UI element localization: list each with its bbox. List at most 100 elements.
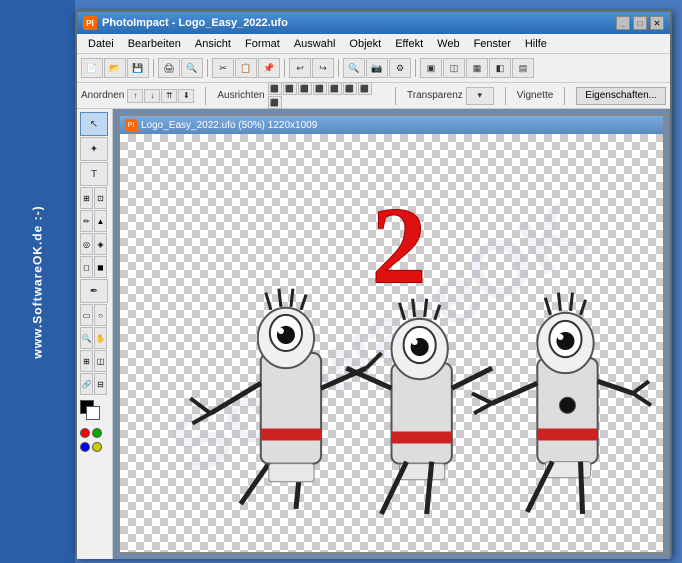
svg-text:2: 2 bbox=[371, 184, 426, 307]
zoom-button[interactable]: 🔍 bbox=[343, 58, 365, 78]
main-window: PI PhotoImpact - Logo_Easy_2022.ufo _ □ … bbox=[75, 10, 672, 558]
open-button[interactable]: 📂 bbox=[104, 58, 126, 78]
copy-button[interactable]: 📋 bbox=[235, 58, 257, 78]
btn-c[interactable]: ▦ bbox=[466, 58, 488, 78]
menu-ansicht[interactable]: Ansicht bbox=[188, 36, 238, 52]
tool-row-6: 🔍 ✋ bbox=[80, 327, 109, 349]
color-area bbox=[80, 400, 109, 452]
align-left-btn[interactable]: ⬛ bbox=[268, 82, 282, 95]
align-right-btn[interactable]: ⬛ bbox=[298, 82, 312, 95]
window-controls: _ □ ✕ bbox=[616, 16, 664, 30]
minimize-button[interactable]: _ bbox=[616, 16, 630, 30]
blue-color[interactable] bbox=[80, 442, 90, 452]
tool-row-5: ▭ ○ bbox=[80, 304, 109, 326]
align-label: Ausrichten bbox=[217, 90, 264, 101]
close-button[interactable]: ✕ bbox=[650, 16, 664, 30]
menu-fenster[interactable]: Fenster bbox=[467, 36, 518, 52]
sep-prop-3 bbox=[505, 87, 506, 105]
clone-tool[interactable]: ◼ bbox=[94, 256, 107, 278]
text-tool[interactable]: T bbox=[80, 162, 108, 186]
ellipse-tool[interactable]: ○ bbox=[94, 304, 107, 326]
watermark-text: www.SoftwareOK.de :-) bbox=[31, 205, 45, 358]
menu-web[interactable]: Web bbox=[430, 36, 466, 52]
rect-tool[interactable]: ▭ bbox=[80, 304, 93, 326]
sep-prop-4 bbox=[564, 87, 565, 105]
vignette-group: Vignette bbox=[517, 90, 554, 101]
content-area: ↖ ✦ T ⊞ ⊡ ✏ ▲ ◎ ◈ ◻ ◼ bbox=[77, 109, 670, 559]
hand-tool[interactable]: ✋ bbox=[94, 327, 107, 349]
settings-button[interactable]: ⚙ bbox=[389, 58, 411, 78]
menu-objekt[interactable]: Objekt bbox=[342, 36, 388, 52]
canvas-content[interactable]: SoftwareOK 2 bbox=[120, 134, 663, 552]
brush-tool[interactable]: ✏ bbox=[80, 210, 93, 232]
new-button[interactable]: 📄 bbox=[81, 58, 103, 78]
cut-button[interactable]: ✂ bbox=[212, 58, 234, 78]
blur-tool[interactable]: ◎ bbox=[80, 233, 93, 255]
effect-tool[interactable]: ◫ bbox=[94, 350, 107, 372]
grid-tool[interactable]: ⊞ bbox=[80, 350, 93, 372]
align-middle-btn[interactable]: ⬛ bbox=[328, 82, 342, 95]
align-center-btn[interactable]: ⬛ bbox=[283, 82, 297, 95]
undo-button[interactable]: ↩ bbox=[289, 58, 311, 78]
properties-button[interactable]: Eigenschaften... bbox=[576, 87, 666, 105]
properties-bar: Anordnen ↑ ↓ ⇈ ⬇ Ausrichten ⬛ ⬛ ⬛ ⬛ ⬛ ⬛ bbox=[77, 83, 670, 109]
separator-2 bbox=[207, 59, 208, 77]
red-color[interactable] bbox=[80, 428, 90, 438]
print-button[interactable]: 🖨 bbox=[158, 58, 180, 78]
print-preview-button[interactable]: 🔍 bbox=[181, 58, 203, 78]
align-bottom-btn[interactable]: ⬛ bbox=[343, 82, 357, 95]
vignette-label: Vignette bbox=[517, 90, 554, 101]
separator-1 bbox=[153, 59, 154, 77]
zoom-tool[interactable]: 🔍 bbox=[80, 327, 93, 349]
menu-effekt[interactable]: Effekt bbox=[388, 36, 430, 52]
magic-tool[interactable]: ✦ bbox=[80, 137, 108, 161]
crop-tool[interactable]: ⊞ bbox=[80, 187, 93, 209]
transform-tool[interactable]: ⊡ bbox=[94, 187, 107, 209]
menu-bearbeiten[interactable]: Bearbeiten bbox=[121, 36, 188, 52]
left-sidebar: www.SoftwareOK.de :-) bbox=[0, 0, 75, 563]
align-hspace-btn[interactable]: ⬛ bbox=[358, 82, 372, 95]
menu-auswahl[interactable]: Auswahl bbox=[287, 36, 343, 52]
link-tool[interactable]: 🔗 bbox=[80, 373, 93, 395]
sep-prop-2 bbox=[395, 87, 396, 105]
menu-hilfe[interactable]: Hilfe bbox=[518, 36, 554, 52]
file-buttons: 📄 📂 💾 bbox=[81, 58, 149, 78]
green-color[interactable] bbox=[92, 428, 102, 438]
background-color[interactable] bbox=[86, 406, 100, 420]
menu-format[interactable]: Format bbox=[238, 36, 287, 52]
slice-tool[interactable]: ⊟ bbox=[94, 373, 107, 395]
align-top-btn[interactable]: ⬛ bbox=[313, 82, 327, 95]
extra-buttons: ▣ ◫ ▦ ◧ ▤ bbox=[420, 58, 534, 78]
paste-button[interactable]: 📌 bbox=[258, 58, 280, 78]
align-vspace-btn[interactable]: ⬛ bbox=[268, 96, 282, 109]
tool-row-3: ◎ ◈ bbox=[80, 233, 109, 255]
arrange-top-btn[interactable]: ⇈ bbox=[161, 89, 177, 103]
yellow-color[interactable] bbox=[92, 442, 102, 452]
maximize-button[interactable]: □ bbox=[633, 16, 647, 30]
transparency-dropdown[interactable]: ▾ bbox=[466, 87, 494, 105]
redo-button[interactable]: ↪ bbox=[312, 58, 334, 78]
select-tool[interactable]: ↖ bbox=[80, 112, 108, 136]
canvas-title: Logo_Easy_2022.ufo (50%) 1220x1009 bbox=[141, 120, 317, 131]
btn-a[interactable]: ▣ bbox=[420, 58, 442, 78]
arrange-bottom-btn[interactable]: ⬇ bbox=[178, 89, 194, 103]
transparency-label: Transparenz bbox=[407, 90, 463, 101]
arrange-up-btn[interactable]: ↑ bbox=[127, 89, 143, 103]
menu-bar: Datei Bearbeiten Ansicht Format Auswahl … bbox=[77, 34, 670, 54]
pen-tool[interactable]: ✒ bbox=[80, 279, 108, 303]
app-icon: PI bbox=[83, 16, 97, 30]
align-group: Ausrichten ⬛ ⬛ ⬛ ⬛ ⬛ ⬛ ⬛ ⬛ bbox=[217, 82, 384, 109]
btn-e[interactable]: ▤ bbox=[512, 58, 534, 78]
btn-d[interactable]: ◧ bbox=[489, 58, 511, 78]
canvas-window: PI Logo_Easy_2022.ufo (50%) 1220x1009 So… bbox=[118, 114, 665, 554]
arrange-down-btn[interactable]: ↓ bbox=[144, 89, 160, 103]
camera-button[interactable]: 📷 bbox=[366, 58, 388, 78]
btn-b[interactable]: ◫ bbox=[443, 58, 465, 78]
save-button[interactable]: 💾 bbox=[127, 58, 149, 78]
menu-datei[interactable]: Datei bbox=[81, 36, 121, 52]
erase-tool[interactable]: ◻ bbox=[80, 256, 93, 278]
separator-4 bbox=[338, 59, 339, 77]
arrange-group: Anordnen ↑ ↓ ⇈ ⬇ bbox=[81, 89, 194, 103]
sharpen-tool[interactable]: ◈ bbox=[94, 233, 107, 255]
fill-tool[interactable]: ▲ bbox=[94, 210, 107, 232]
